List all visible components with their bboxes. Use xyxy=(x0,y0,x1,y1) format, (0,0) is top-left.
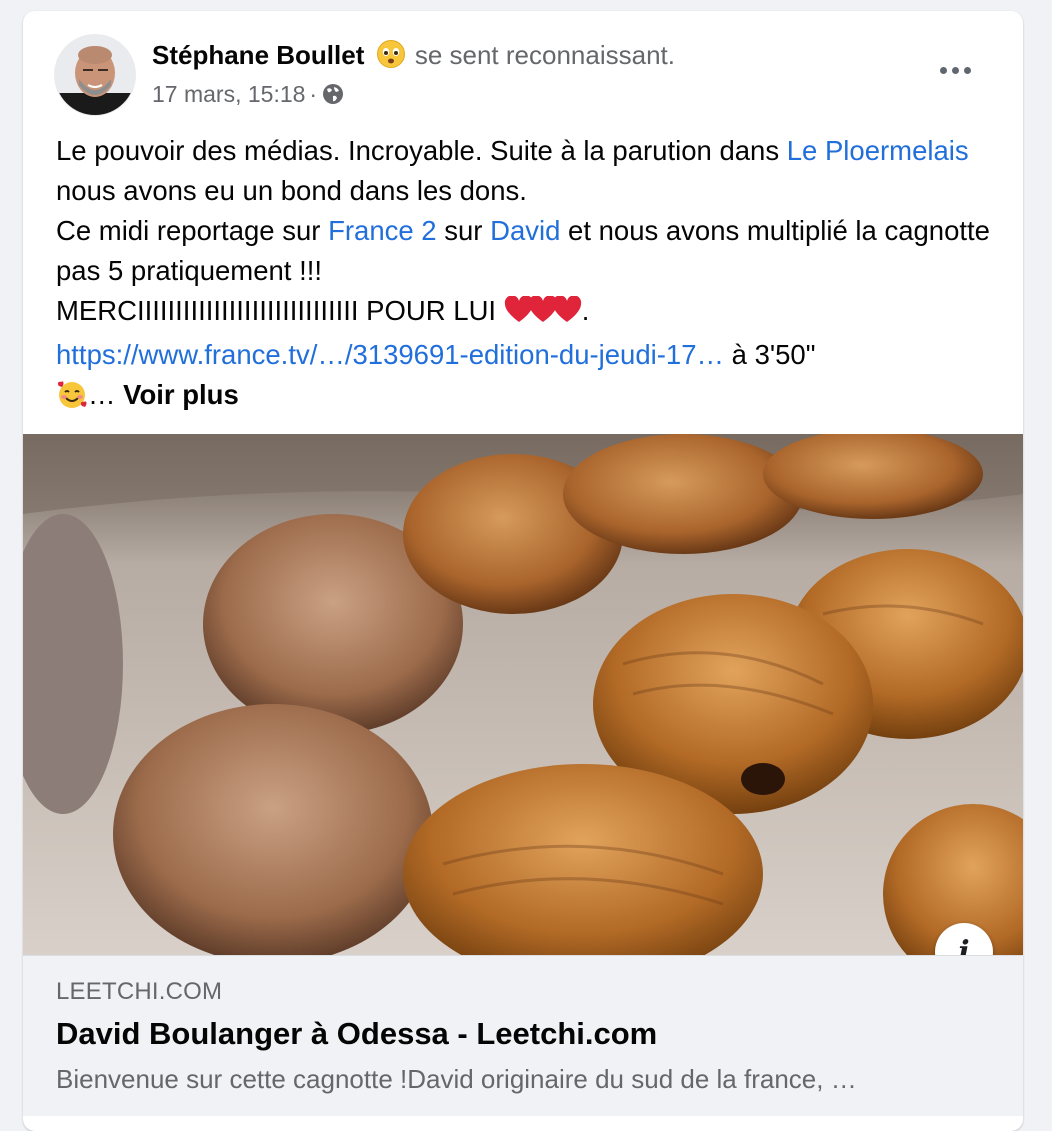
smiling-face-with-hearts-icon xyxy=(57,381,87,408)
link-preview-title[interactable]: David Boulanger à Odessa - Leetchi.com xyxy=(56,1016,657,1052)
author-line: Stéphane Boullet se sent reconnaissant. xyxy=(152,39,675,71)
post-paragraph-5: … Voir plus xyxy=(56,375,996,415)
more-dot xyxy=(939,66,947,74)
post-header: Stéphane Boullet se sent reconnaissant. … xyxy=(23,11,1023,116)
link-david[interactable]: David xyxy=(490,215,560,246)
text-segment: Ce midi reportage sur xyxy=(56,215,329,246)
see-more-button[interactable]: Voir plus xyxy=(123,379,239,410)
post-paragraph-1: Le pouvoir des médias. Incroyable. Suite… xyxy=(56,131,996,211)
link-preview-domain: LEETCHI.COM xyxy=(56,978,223,1005)
author-name[interactable]: Stéphane Boullet xyxy=(152,40,364,70)
link-preview[interactable]: LEETCHI.COM David Boulanger à Odessa - L… xyxy=(23,955,1023,1116)
post-paragraph-2: Ce midi reportage sur France 2 sur David… xyxy=(56,211,996,291)
post-text: Le pouvoir des médias. Incroyable. Suite… xyxy=(56,131,996,415)
post-card: Stéphane Boullet se sent reconnaissant. … xyxy=(23,11,1023,1131)
globe-icon[interactable] xyxy=(321,82,345,106)
text-segment: nous avons eu un bond dans les dons. xyxy=(56,175,527,206)
meta-separator: · xyxy=(309,81,318,107)
post-paragraph-3: MERCIIIIIIIIIIIIIIIIIIIIIIIIIIIII POUR L… xyxy=(56,291,996,335)
post-paragraph-4: https://www.france.tv/…/3139691-edition-… xyxy=(56,335,996,375)
shared-link-image[interactable] xyxy=(23,434,1023,955)
text-segment: MERCIIIIIIIIIIIIIIIIIIIIIIIIIIIII POUR L… xyxy=(56,295,504,326)
grateful-face-emoji-icon xyxy=(376,40,405,68)
link-preview-description: Bienvenue sur cette cagnotte !David orig… xyxy=(56,1064,857,1094)
feeling-text: se sent reconnaissant. xyxy=(414,40,675,70)
red-heart-icon xyxy=(552,296,581,322)
more-dot xyxy=(963,66,971,74)
pastries-photo xyxy=(23,434,1023,955)
text-segment: Le pouvoir des médias. Incroyable. Suite… xyxy=(56,135,787,166)
text-segment: sur xyxy=(436,215,491,246)
france-tv-url-link[interactable]: https://www.france.tv/…/3139691-edition-… xyxy=(56,339,724,370)
link-france-2[interactable]: France 2 xyxy=(328,215,437,246)
hearts-emoji-group xyxy=(504,295,581,335)
post-timestamp[interactable]: 17 mars, 15:18 xyxy=(152,81,305,107)
author-avatar[interactable] xyxy=(55,35,135,115)
text-segment: … xyxy=(88,379,124,410)
more-options-icon[interactable] xyxy=(927,51,983,89)
avatar-photo xyxy=(55,35,135,115)
post-meta: 17 mars, 15:18 · xyxy=(152,81,345,108)
more-dot xyxy=(951,66,959,74)
link-le-ploermelais[interactable]: Le Ploermelais xyxy=(787,135,969,166)
text-segment: . xyxy=(581,295,590,326)
text-segment: à 3'50" xyxy=(724,339,816,370)
